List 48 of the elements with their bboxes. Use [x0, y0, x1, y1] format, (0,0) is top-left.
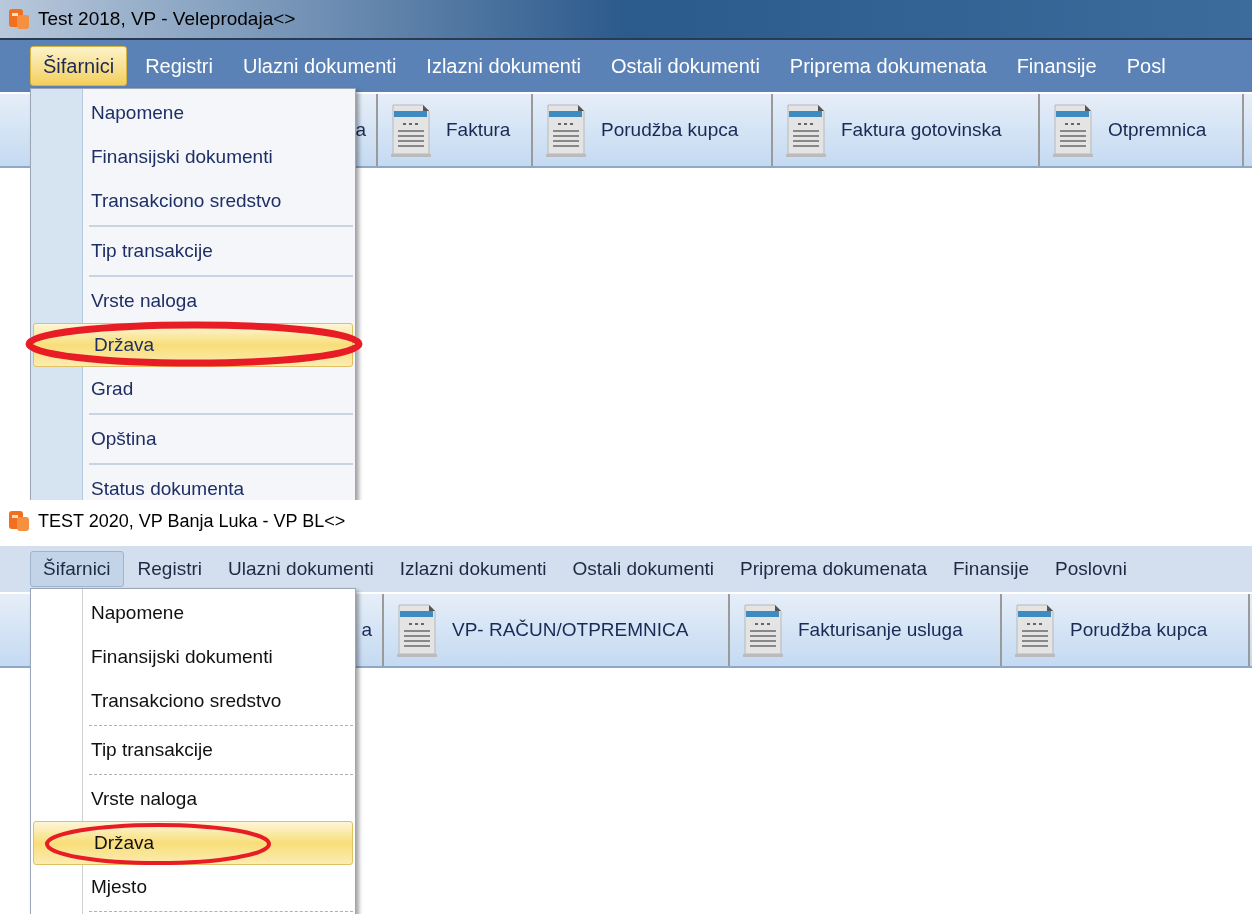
menu-item[interactable]: Transakciono sredstvo	[31, 179, 355, 223]
toolbar-button[interactable]: Otpremnica	[1040, 94, 1244, 166]
menu-item[interactable]: Priprema dokumenata	[777, 46, 999, 86]
menu-item[interactable]: Priprema dokumenata	[728, 551, 939, 587]
menu-item[interactable]: Finansijski dokumenti	[31, 135, 355, 179]
menu-item[interactable]: Izlazni dokumenti	[414, 46, 593, 86]
app-icon	[8, 509, 30, 533]
menu-item[interactable]: Ulazni dokumenti	[230, 46, 409, 86]
document-icon	[783, 102, 829, 158]
toolbar-button[interactable]: Faktura	[378, 94, 533, 166]
document-icon	[1012, 602, 1058, 658]
document-icon	[388, 102, 434, 158]
window-title: TEST 2020, VP Banja Luka - VP BL<>	[38, 509, 346, 533]
menu-item[interactable]: Ulazni dokumenti	[216, 551, 386, 587]
document-icon	[394, 602, 440, 658]
menu-item[interactable]: Ostali dokumenti	[560, 551, 727, 587]
toolbar-button[interactable]: Faktura gotovinska	[773, 94, 1040, 166]
menu-item[interactable]: Finansijski dokumenti	[31, 635, 355, 679]
menu-item[interactable]: Šifarnici	[30, 46, 128, 86]
menu-item[interactable]: Grad	[31, 367, 355, 411]
menu-item[interactable]: Poslovni	[1043, 551, 1139, 587]
app-icon	[8, 7, 30, 31]
toolbar-button[interactable]: Porudžba kupca	[1002, 594, 1250, 666]
menu-item[interactable]: Transakciono sredstvo	[31, 679, 355, 723]
toolbar-button[interactable]: VP- RAČUN/OTPREMNICA	[384, 594, 730, 666]
window-title: Test 2018, VP - Veleprodaja<>	[38, 6, 296, 31]
document-icon	[740, 602, 786, 658]
menu-item[interactable]: Tip transakcije	[31, 229, 355, 273]
menu-item[interactable]: Tip transakcije	[31, 728, 355, 772]
menu-item[interactable]: Vrste naloga	[31, 777, 355, 821]
menu-item[interactable]: Status dokumenta	[31, 467, 355, 500]
document-icon	[543, 102, 589, 158]
toolbar-button[interactable]: Porudžba kupca	[533, 94, 773, 166]
menu-item[interactable]: Izlazni dokumenti	[387, 551, 559, 587]
document-icon	[1050, 102, 1096, 158]
menu-item[interactable]: Finansije	[941, 551, 1042, 587]
menu-item[interactable]: Ostali dokumenti	[598, 46, 772, 86]
menu-item[interactable]: Vrste naloga	[31, 279, 355, 323]
menu-item[interactable]: Napomene	[31, 91, 355, 135]
menu-item[interactable]: Posl	[1114, 46, 1178, 86]
menu-item[interactable]: Mjesto	[31, 865, 355, 909]
menu-item[interactable]: Napomene	[31, 591, 355, 635]
menu-item[interactable]: Šifarnici	[30, 551, 124, 587]
menu-item[interactable]: Registri	[133, 46, 225, 86]
toolbar-button[interactable]: Fakturisanje usluga	[730, 594, 1002, 666]
menu-item[interactable]: Registri	[125, 551, 214, 587]
menu-item[interactable]: Finansije	[1004, 46, 1109, 86]
menu-item[interactable]: Opština	[31, 417, 355, 461]
